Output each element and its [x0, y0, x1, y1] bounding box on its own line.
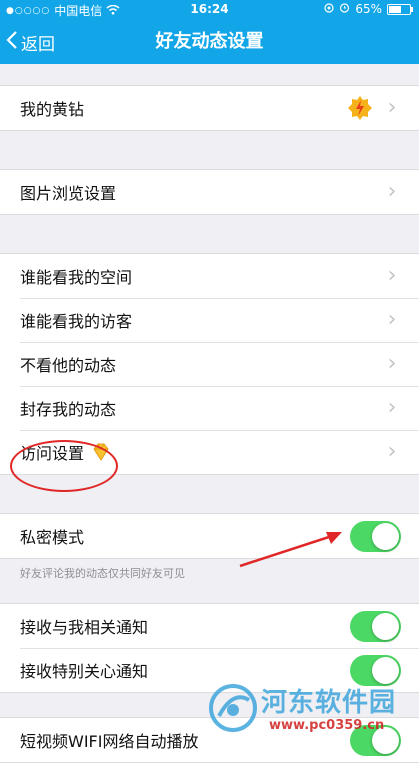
annotation-circle	[10, 440, 118, 492]
row-image-browse-settings[interactable]: 图片浏览设置 ›	[0, 170, 419, 214]
row-label: 图片浏览设置	[20, 184, 117, 203]
alarm-icon	[339, 2, 350, 16]
watermark-title: 河东软件园	[261, 688, 397, 718]
chevron-right-icon: ›	[387, 263, 397, 288]
watermark: 河东软件园 www.pc0359.cn	[205, 680, 415, 742]
location-icon	[324, 2, 334, 16]
row-hide-their-feed[interactable]: 不看他的动态 ›	[0, 342, 419, 386]
yellow-diamond-badge-icon	[347, 95, 373, 121]
section-image-browse: 图片浏览设置 ›	[0, 169, 419, 215]
row-who-can-see-visitors[interactable]: 谁能看我的访客 ›	[0, 298, 419, 342]
row-who-can-see-space[interactable]: 谁能看我的空间 ›	[0, 254, 419, 298]
annotation-arrow	[239, 532, 342, 568]
page-title: 好友动态设置	[155, 31, 264, 52]
chevron-right-icon: ›	[387, 439, 397, 464]
row-my-yellow-diamond[interactable]: 我的黄钻 ›	[0, 86, 419, 130]
row-label: 谁能看我的空间	[20, 268, 133, 287]
row-receive-related-notifications: 接收与我相关通知	[0, 604, 419, 648]
watermark-logo-icon	[209, 684, 257, 732]
row-archive-my-feed[interactable]: 封存我的动态 ›	[0, 386, 419, 430]
row-label: 我的黄钻	[20, 100, 85, 119]
private-mode-toggle[interactable]	[350, 520, 401, 552]
row-label: 不看他的动态	[20, 356, 117, 375]
toggle-knob	[372, 522, 399, 550]
private-mode-hint: 好友评论我的动态仅共同好友可见	[20, 567, 185, 580]
related-notifications-toggle[interactable]	[350, 610, 401, 642]
row-label: 接收与我相关通知	[20, 618, 149, 637]
row-label: 接收特别关心通知	[20, 662, 149, 681]
back-label: 返回	[21, 34, 55, 55]
chevron-right-icon: ›	[387, 307, 397, 332]
status-right: 65%	[324, 2, 413, 16]
chevron-right-icon: ›	[387, 395, 397, 420]
battery-icon	[387, 3, 413, 15]
section-yellow-diamond: 我的黄钻 ›	[0, 85, 419, 131]
nav-bar: 返回 好友动态设置	[0, 20, 419, 64]
watermark-url: www.pc0359.cn	[269, 718, 385, 733]
status-bar: ●○○○○ 中国电信 16:24 65%	[0, 0, 419, 20]
back-button[interactable]: 返回	[6, 20, 55, 64]
chevron-right-icon: ›	[387, 179, 397, 204]
row-label: 封存我的动态	[20, 400, 117, 419]
battery-percent: 65%	[355, 2, 382, 16]
section-private-mode: 私密模式	[0, 513, 419, 559]
row-private-mode: 私密模式	[0, 514, 419, 558]
row-label: 谁能看我的访客	[20, 312, 133, 331]
toggle-knob	[372, 612, 399, 640]
chevron-right-icon: ›	[387, 95, 397, 120]
settings-list: 我的黄钻 › 图片浏览设置 › 谁能看我的空间 › 谁能看我的访客 › 不看他的…	[0, 64, 419, 763]
chevron-right-icon: ›	[387, 351, 397, 376]
chevron-left-icon	[6, 30, 18, 55]
